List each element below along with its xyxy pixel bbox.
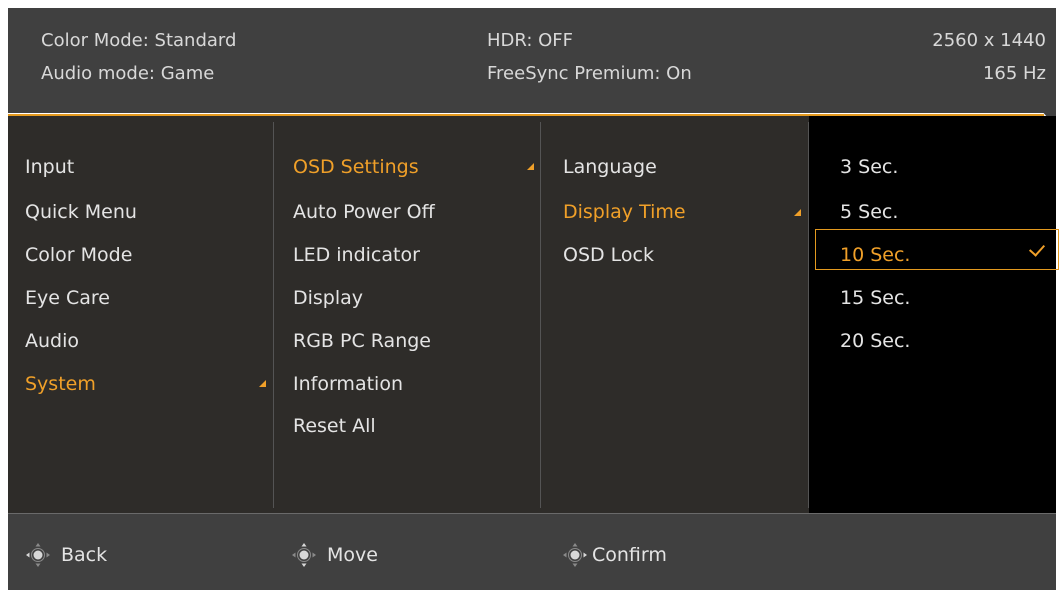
submenu-item-rgb-pc-range[interactable]: RGB PC Range — [293, 330, 431, 352]
option-3-sec[interactable]: 3 Sec. — [840, 156, 898, 178]
joystick-icon — [26, 543, 50, 567]
submenu-item-display[interactable]: Display — [293, 287, 363, 309]
submenu-item-led-indicator[interactable]: LED indicator — [293, 244, 420, 266]
menu-body: Input Quick Menu Color Mode Eye Care Aud… — [8, 116, 1056, 513]
main-menu-column: Input Quick Menu Color Mode Eye Care Aud… — [8, 116, 273, 513]
freesync-status: FreeSync Premium: On — [487, 63, 692, 84]
osd-menu: Color Mode: Standard Audio mode: Game HD… — [8, 8, 1059, 590]
status-header: Color Mode: Standard Audio mode: Game HD… — [8, 8, 1056, 113]
hdr-status: HDR: OFF — [487, 30, 574, 51]
menu-item-quick-menu[interactable]: Quick Menu — [25, 201, 137, 223]
osd-item-display-time[interactable]: Display Time — [563, 201, 686, 223]
move-label: Move — [327, 544, 378, 566]
submenu-item-osd-settings[interactable]: OSD Settings — [293, 156, 419, 178]
corner-triangle-icon — [794, 209, 801, 216]
display-time-options-column: 3 Sec. 5 Sec. 10 Sec. 15 Sec. 20 Sec. — [809, 116, 1056, 513]
menu-item-color-mode[interactable]: Color Mode — [25, 244, 132, 266]
selected-option-highlight — [815, 229, 1059, 270]
color-mode-status: Color Mode: Standard — [41, 30, 237, 51]
menu-item-input[interactable]: Input — [25, 156, 74, 178]
corner-triangle-icon — [527, 163, 534, 170]
resolution-status: 2560 x 1440 — [932, 30, 1046, 51]
corner-triangle-icon — [259, 380, 266, 387]
system-submenu-column: OSD Settings Auto Power Off LED indicato… — [274, 116, 540, 513]
menu-item-audio[interactable]: Audio — [25, 330, 79, 352]
submenu-item-reset-all[interactable]: Reset All — [293, 415, 376, 437]
submenu-item-information[interactable]: Information — [293, 373, 403, 395]
osd-settings-column: Language Display Time OSD Lock — [541, 116, 808, 513]
refresh-rate-status: 165 Hz — [982, 63, 1046, 84]
menu-item-eye-care[interactable]: Eye Care — [25, 287, 110, 309]
submenu-item-auto-power-off[interactable]: Auto Power Off — [293, 201, 435, 223]
confirm-label: Confirm — [592, 544, 667, 566]
back-label: Back — [61, 544, 108, 566]
osd-item-language[interactable]: Language — [563, 156, 657, 178]
option-5-sec[interactable]: 5 Sec. — [840, 201, 898, 223]
footer-controls: Back Move Confirm — [8, 513, 1056, 590]
menu-item-system[interactable]: System — [25, 373, 96, 395]
option-20-sec[interactable]: 20 Sec. — [840, 330, 910, 352]
osd-item-osd-lock[interactable]: OSD Lock — [563, 244, 654, 266]
audio-mode-status: Audio mode: Game — [41, 63, 215, 84]
joystick-icon — [563, 543, 587, 567]
joystick-icon — [292, 543, 316, 567]
option-15-sec[interactable]: 15 Sec. — [840, 287, 910, 309]
footer-divider — [8, 513, 1056, 514]
